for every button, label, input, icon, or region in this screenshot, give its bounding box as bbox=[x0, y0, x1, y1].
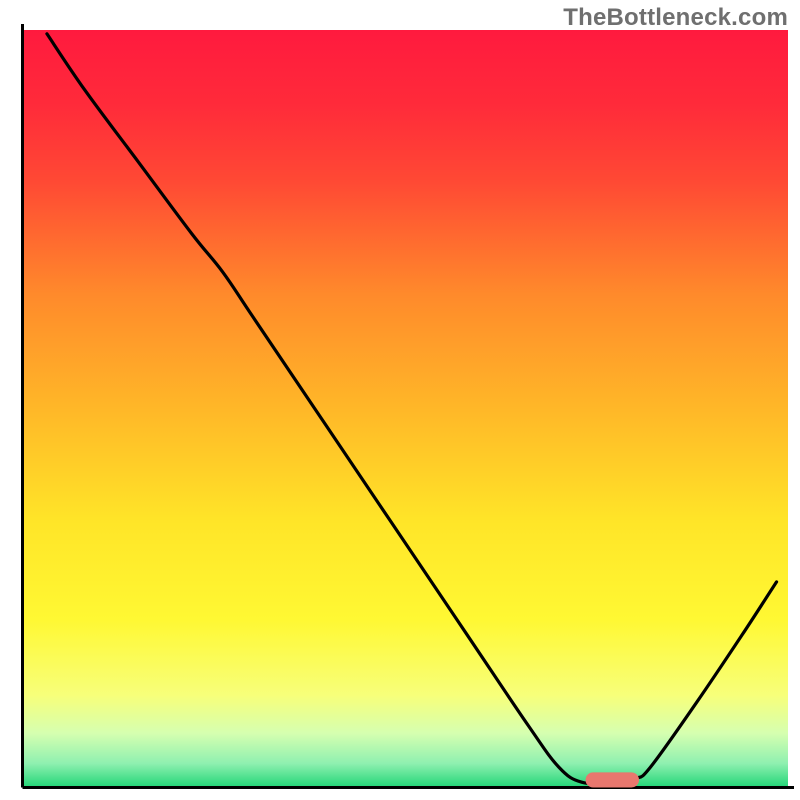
plot-background bbox=[24, 30, 788, 786]
chart-container: TheBottleneck.com bbox=[0, 0, 800, 800]
bottleneck-chart bbox=[0, 0, 800, 800]
optimal-marker bbox=[586, 772, 639, 787]
watermark-text: TheBottleneck.com bbox=[563, 4, 788, 32]
